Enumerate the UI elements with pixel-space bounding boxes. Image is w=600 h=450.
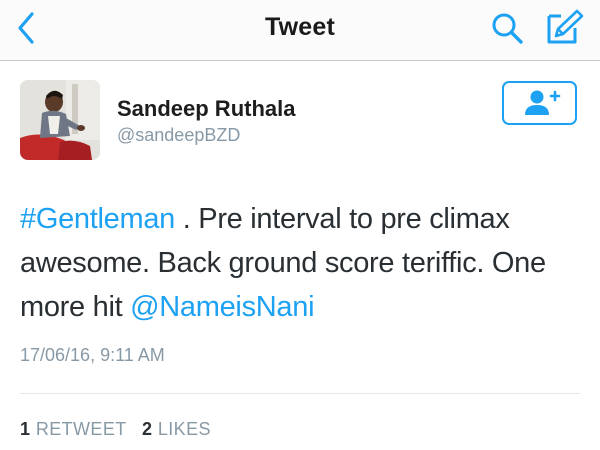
- navigation-bar: Tweet: [0, 0, 600, 61]
- user-handle[interactable]: @sandeepBZD: [117, 125, 240, 146]
- user-display-name[interactable]: Sandeep Ruthala: [117, 96, 295, 122]
- compose-button[interactable]: [544, 6, 584, 48]
- search-button[interactable]: [490, 8, 526, 48]
- likes-count: 2: [142, 419, 153, 439]
- compose-icon: [547, 9, 584, 44]
- tweet-timestamp: 17/06/16, 9:11 AM: [20, 345, 165, 365]
- avatar[interactable]: [20, 80, 100, 160]
- likes-stat[interactable]: 2 LIKES: [142, 419, 211, 439]
- follow-button[interactable]: [502, 81, 577, 125]
- search-icon: [492, 13, 523, 44]
- user-photo: [20, 80, 100, 160]
- mention-link[interactable]: @NameisNani: [130, 291, 314, 323]
- tweet-stats: 1 RETWEET 2 LIKES: [20, 419, 221, 440]
- likes-label: LIKES: [157, 419, 211, 439]
- tweet-text: #Gentleman . Pre interval to pre climax …: [20, 197, 590, 329]
- tweet-detail-screen: Tweet Sandeep Ruthala @sandeepBZD #Gentl…: [0, 0, 600, 450]
- divider: [20, 393, 580, 394]
- retweets-count: 1: [20, 419, 31, 439]
- retweets-label: RETWEET: [35, 419, 127, 439]
- retweets-stat[interactable]: 1 RETWEET: [20, 419, 127, 439]
- hashtag-link[interactable]: #Gentleman: [20, 203, 175, 235]
- add-user-icon: [525, 90, 561, 115]
